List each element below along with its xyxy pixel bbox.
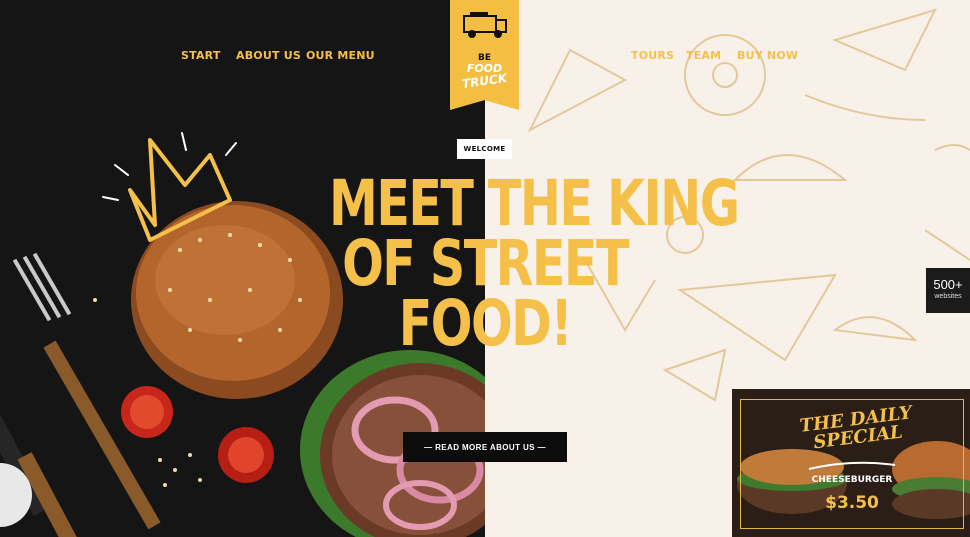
headline-line-1: MEET THE KING [329,167,740,240]
logo[interactable]: BE FOOD TRUCK [450,0,519,110]
food-truck-icon [463,12,507,38]
nav-our-menu[interactable]: OUR MENU [306,49,375,62]
websites-count-badge[interactable]: 500+ websites [926,268,970,313]
nav-about-us[interactable]: ABOUT US [236,49,301,62]
welcome-badge: WELCOME [457,139,512,159]
daily-special-item: CHEESEBURGER [811,475,893,485]
read-more-button[interactable]: — READ MORE ABOUT US — [403,432,567,462]
nav-start[interactable]: START [181,49,221,62]
daily-special-price: $3.50 [825,493,879,513]
hero-headline: MEET THE KING OF STREET FOOD! [285,167,740,360]
headline-line-2: OF STREET [342,227,629,300]
nav-tours[interactable]: TOURS [631,49,674,62]
websites-count: 500+ [933,277,963,292]
daily-special-card[interactable]: THE DAILY SPECIAL CHEESEBURGER $3.50 [732,389,970,537]
websites-label: websites [934,293,962,300]
nav-team[interactable]: TEAM [686,49,721,62]
headline-line-3: FOOD! [398,287,573,360]
underline-swash [808,461,896,470]
nav-buy-now[interactable]: BUY NOW [737,49,798,62]
